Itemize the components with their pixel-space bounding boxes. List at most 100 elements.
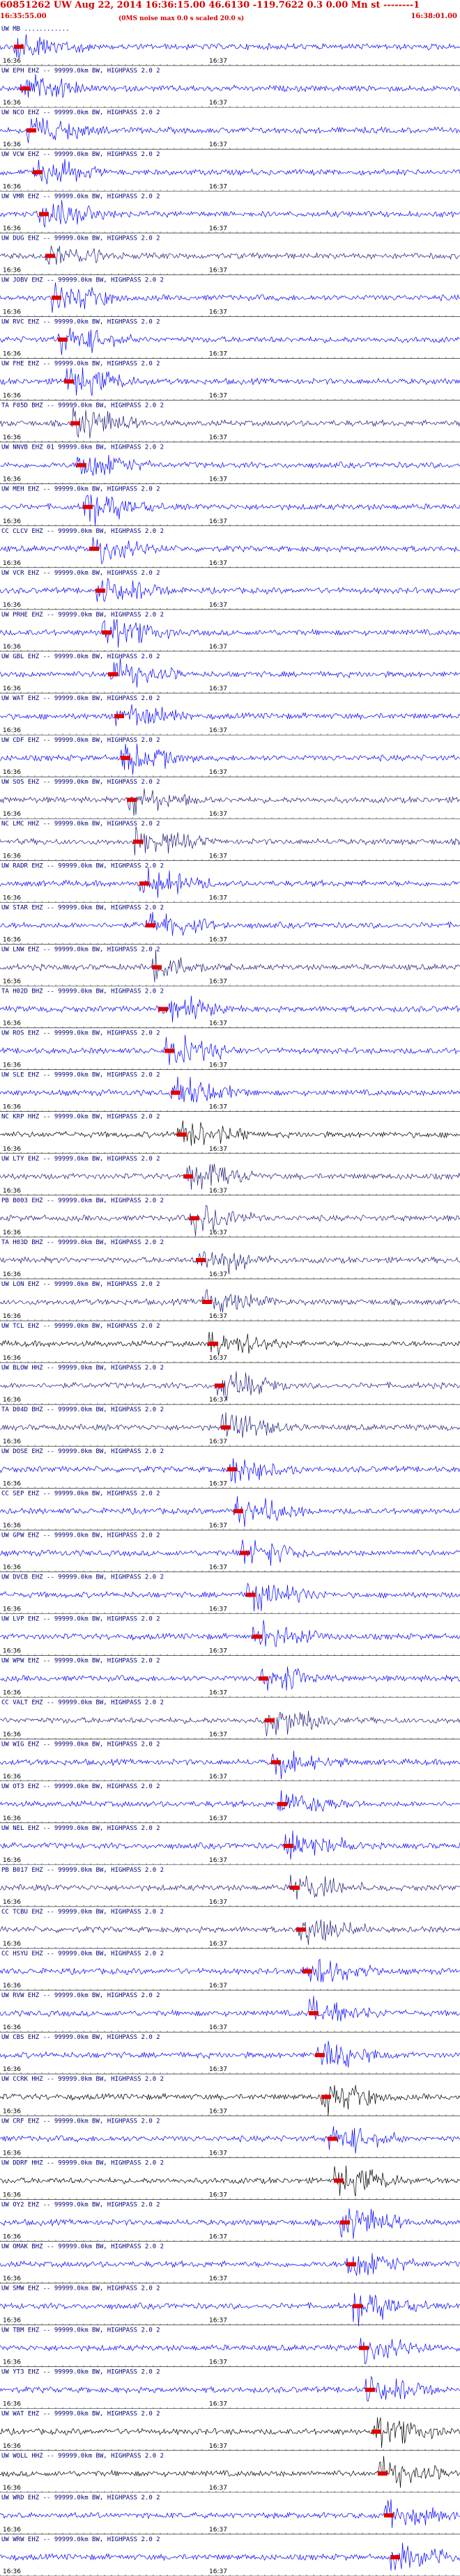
waveform <box>0 1076 460 1103</box>
phase-pick-marker <box>315 2053 325 2058</box>
waveform <box>0 1666 460 1691</box>
phase-pick-marker <box>114 714 124 719</box>
seismogram-header: 60851262 UW Aug 22, 2014 16:36:15.00 46.… <box>0 0 460 24</box>
tick-label: 16:36 <box>3 1146 21 1153</box>
phase-pick-marker <box>265 1718 275 1723</box>
channel-label: UW NCO EHZ -- 99999.0km BW, HIGHPASS 2.0… <box>1 109 160 116</box>
waveform <box>0 1412 460 1438</box>
tick-label: 16:37 <box>209 1899 227 1906</box>
phase-pick-marker <box>202 1300 212 1305</box>
waveform <box>0 2040 460 2067</box>
phase-pick-marker <box>296 1927 306 1932</box>
channel-label: UW RVC EHZ -- 99999.0km BW, HIGHPASS 2.0… <box>1 318 160 325</box>
waveform <box>0 282 460 313</box>
phase-pick-marker <box>158 1007 168 1011</box>
tick-label: 16:36 <box>3 602 21 609</box>
phase-pick-marker <box>45 254 55 258</box>
tick-label: 16:36 <box>3 2568 21 2575</box>
phase-pick-marker <box>190 1216 199 1220</box>
phase-pick-marker <box>328 2136 337 2141</box>
channel-label: UW BLOW HHZ -- 99999.0km BW, HIGHPASS 2.… <box>1 1365 164 1372</box>
channel-label: UW WRW EHZ -- 99999.0km BW, HIGHPASS 2.0… <box>1 2536 160 2543</box>
waveform <box>0 2165 460 2197</box>
phase-pick-marker <box>177 1132 187 1137</box>
tick-label: 16:37 <box>209 58 227 65</box>
tick-label: 16:36 <box>3 2318 21 2325</box>
channel-label: PB B017 EHZ -- 99999.0km BW, HIGHPASS 2.… <box>1 1867 164 1874</box>
tick-label: 16:37 <box>209 1732 227 1739</box>
tick-label: 16:36 <box>3 1188 21 1195</box>
tick-label: 16:37 <box>209 2527 227 2534</box>
tick-label: 16:36 <box>3 1648 21 1655</box>
channel-label: UW SLE EHZ -- 99999.0km BW, HIGHPASS 2.0… <box>1 1072 160 1079</box>
tick-label: 16:37 <box>209 1648 227 1655</box>
waveform <box>0 1163 460 1190</box>
channel-label: UW EPH EHZ -- 99999.0km BW, HIGHPASS 2.0… <box>1 68 160 75</box>
phase-pick-marker <box>171 1090 181 1095</box>
channel-label: NC KRP HHZ -- 99999.0km BW, HIGHPASS 2.0… <box>1 1114 160 1121</box>
channel-label: TA F05D BHZ -- 99999.0km BW, HIGHPASS 2.… <box>1 403 164 410</box>
phase-pick-marker <box>139 881 149 886</box>
waveform <box>0 1620 460 1648</box>
tick-label: 16:37 <box>209 1606 227 1613</box>
tick-label: 16:37 <box>209 1815 227 1822</box>
channel-label: UW RVW EHZ -- 99999.0km BW, HIGHPASS 2.0… <box>1 1992 160 1999</box>
waveform <box>0 454 460 476</box>
tick-label: 16:37 <box>209 936 227 943</box>
tick-label: 16:36 <box>3 435 21 442</box>
tick-label: 16:37 <box>209 1313 227 1320</box>
channel-label: UW TCL EHZ -- 99999.0km BW, HIGHPASS 2.0… <box>1 1323 160 1330</box>
phase-pick-marker <box>302 1969 312 1974</box>
waveform <box>0 912 460 936</box>
channel-label: UW ROS EHZ -- 99999.0km BW, HIGHPASS 2.0… <box>1 1030 160 1037</box>
tick-label: 16:36 <box>3 1690 21 1697</box>
waveform <box>0 536 460 564</box>
tick-label: 16:37 <box>209 2066 227 2073</box>
tick-label: 16:36 <box>3 1021 21 1027</box>
tick-label: 16:37 <box>209 1062 227 1069</box>
waveform <box>0 1205 460 1236</box>
channel-label: UW VCW EHZ -- 99999.0km BW, HIGHPASS 2.0… <box>1 151 160 158</box>
tick-label: 16:37 <box>209 1021 227 1027</box>
channel-label: UW CRF EHZ -- 99999.0km BW, HIGHPASS 2.0… <box>1 2118 160 2125</box>
event-title: 60851262 UW Aug 22, 2014 16:36:15.00 46.… <box>0 0 420 10</box>
tick-label: 16:36 <box>3 1774 21 1780</box>
channel-label: UW OY2 EHZ -- 99999.0km BW, HIGHPASS 2.0… <box>1 2201 160 2208</box>
channel-label: UW YT3 EHZ -- 99999.0km BW, HIGHPASS 2.0… <box>1 2369 160 2376</box>
phase-pick-marker <box>52 295 61 300</box>
tick-label: 16:36 <box>3 225 21 232</box>
tick-label: 16:36 <box>3 727 21 734</box>
waveform <box>0 159 460 185</box>
tick-label: 16:37 <box>209 1397 227 1404</box>
phase-pick-marker <box>227 1467 237 1472</box>
tick-label: 16:37 <box>209 1104 227 1111</box>
tick-label: 16:36 <box>3 1062 21 1069</box>
tick-label: 16:36 <box>3 1355 21 1362</box>
tick-label: 16:37 <box>209 518 227 525</box>
phase-pick-marker <box>277 1801 287 1806</box>
channel-label: PB B003 EHZ -- 99999.0km BW, HIGHPASS 2.… <box>1 1197 164 1204</box>
tick-label: 16:37 <box>209 2150 227 2157</box>
tick-label: 16:37 <box>209 1941 227 1948</box>
waveform <box>0 200 460 228</box>
phase-pick-marker <box>390 2554 400 2559</box>
tick-label: 16:36 <box>3 518 21 525</box>
channel-label: CC SEP EHZ -- 99999.0km BW, HIGHPASS 2.0… <box>1 1490 160 1497</box>
tick-label: 16:37 <box>209 894 227 901</box>
waveform <box>0 2085 460 2116</box>
waveform <box>0 327 460 355</box>
channel-label: UW CBS EHZ -- 99999.0km BW, HIGHPASS 2.0… <box>1 2034 160 2041</box>
tick-label: 16:37 <box>209 2233 227 2240</box>
waveform <box>0 2338 460 2364</box>
waveform <box>0 117 460 143</box>
tick-label: 16:36 <box>3 1522 21 1529</box>
waveform <box>0 2126 460 2154</box>
phase-pick-marker <box>384 2513 394 2517</box>
end-time: 16:38:01.00 <box>411 13 457 20</box>
phase-pick-marker <box>196 1257 206 1262</box>
phase-pick-marker <box>215 1383 224 1388</box>
tick-label: 16:36 <box>3 811 21 818</box>
phase-pick-marker <box>133 839 143 844</box>
channel-label: UW NNVB EHZ 01 99999.0km BW, HIGHPASS 2.… <box>1 444 164 451</box>
waveform <box>0 1496 460 1528</box>
